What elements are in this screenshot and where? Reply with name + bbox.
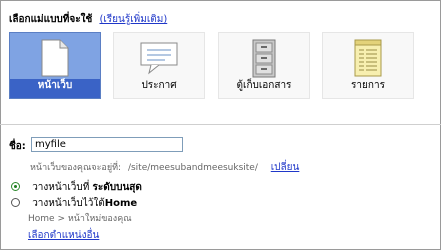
speech-bubble-icon xyxy=(139,39,179,80)
radio-under-home[interactable]: วางหน้าเว็บไว้ใต้Home xyxy=(11,196,137,211)
page-url-info: หน้าเว็บของคุณจะอยู่ที่: /site/meesuband… xyxy=(30,160,299,175)
name-label: ชื่อ: xyxy=(9,141,26,152)
template-card-list[interactable]: รายการ xyxy=(322,32,414,99)
template-label-file-cabinet: ตู้เก็บเอกสาร xyxy=(236,80,292,91)
file-cabinet-icon xyxy=(248,39,280,82)
template-header-title: เลือกแม่แบบที่จะใช้ xyxy=(9,14,93,25)
template-card-file-cabinet[interactable]: ตู้เก็บเอกสาร xyxy=(218,32,310,99)
radio-top-level[interactable]: วางหน้าเว็บที่ ระดับบนสุด xyxy=(11,180,142,195)
template-card-webpage[interactable]: หน้าเว็บ xyxy=(9,32,101,99)
radio-top-level-button[interactable] xyxy=(11,182,20,191)
blank-page-icon xyxy=(40,39,70,80)
section-divider xyxy=(0,124,441,125)
url-prefix: หน้าเว็บของคุณจะอยู่ที่: xyxy=(30,163,122,173)
radio-under-home-label: วางหน้าเว็บไว้ใต้Home xyxy=(32,198,138,209)
template-label-announcement: ประกาศ xyxy=(141,80,177,91)
location-breadcrumb: Home > หน้าใหม่ของคุณ xyxy=(28,214,132,224)
radio-under-home-button[interactable] xyxy=(11,198,20,207)
template-cards: หน้าเว็บ ประกาศ ตู้เก็บเอกสาร รายการ xyxy=(9,32,439,102)
template-card-announcement[interactable]: ประกาศ xyxy=(113,32,205,99)
list-page-icon xyxy=(353,39,383,80)
template-label-list: รายการ xyxy=(351,80,385,91)
radio-top-level-label: วางหน้าเว็บที่ ระดับบนสุด xyxy=(32,182,142,193)
template-label-webpage: หน้าเว็บ xyxy=(37,80,73,91)
url-path: /site/meesubandmeesuksite/ xyxy=(127,163,258,173)
choose-other-location-link[interactable]: เลือกตำแหน่งอื่น xyxy=(28,228,99,243)
learn-more-link[interactable]: (เรียนรู้เพิ่มเติม) xyxy=(99,14,167,25)
name-input[interactable] xyxy=(31,137,183,152)
change-url-link[interactable]: เปลี่ยน xyxy=(271,162,300,173)
template-header: เลือกแม่แบบที่จะใช้ (เรียนรู้เพิ่มเติม) xyxy=(9,12,167,27)
